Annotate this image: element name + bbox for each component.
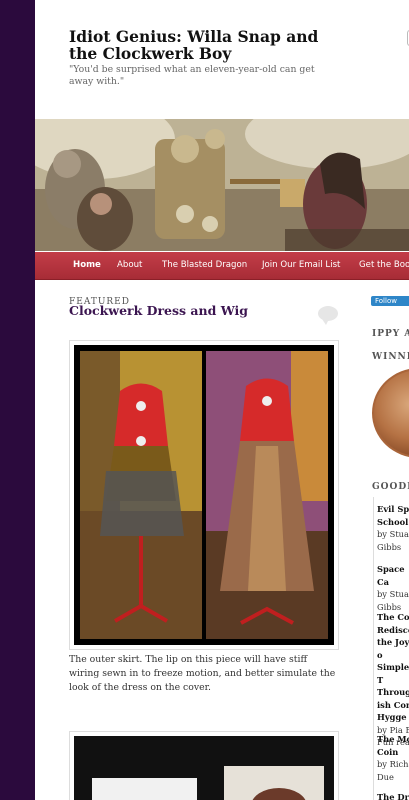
- book-author-cont: Gibbs: [377, 541, 402, 552]
- book-title-line: Through: [377, 687, 409, 697]
- comment-bubble-icon[interactable]: [318, 306, 338, 325]
- site-description: "You'd be surprised what an eleven-year-…: [69, 64, 315, 87]
- nav-item-get-the-book[interactable]: Get the Book: [359, 260, 409, 270]
- site-title[interactable]: Idiot Genius: Willa Snap and the Clockwe…: [69, 28, 319, 62]
- book-title-line: The Coz: [377, 612, 409, 622]
- book-author: by Richa: [377, 759, 409, 769]
- nav-item-email-list[interactable]: Join Our Email List: [262, 260, 340, 270]
- main-navigation: Home About The Blasted Dragon Join Our E…: [35, 252, 409, 280]
- banner-illustration: [35, 119, 409, 251]
- book-title-line: Hygge: [377, 712, 407, 722]
- page-left-background: [0, 0, 35, 800]
- award-seal-image[interactable]: [372, 368, 409, 458]
- award-widget-title: IPPY AW: [372, 329, 409, 339]
- book-title-line: Evil Spy: [377, 504, 409, 514]
- second-image-backdrop: [74, 736, 334, 800]
- post-image[interactable]: [69, 340, 339, 650]
- book-title-line: The Dra: [377, 792, 409, 800]
- blog-page: Idiot Genius: Willa Snap and the Clockwe…: [35, 0, 409, 800]
- book-title-line: School: [377, 516, 409, 527]
- post-title[interactable]: Clockwerk Dress and Wig: [69, 303, 248, 318]
- second-post-image[interactable]: [69, 731, 339, 800]
- book-title-line: Simple T: [377, 662, 409, 685]
- book-entry[interactable]: The Coz Rediscov the Joy o Simple T Thro…: [377, 611, 409, 749]
- dress-photo-right: [206, 351, 328, 639]
- dress-illustration-left: [80, 351, 202, 639]
- follow-button[interactable]: Follow: [371, 296, 409, 306]
- book-author: by Stuart: [377, 529, 409, 539]
- book-entry[interactable]: The Mo Coin by Richa Due: [377, 733, 409, 783]
- winner-widget-title: WINNE: [372, 352, 409, 362]
- book-title-line: the Joy o: [377, 637, 409, 660]
- book-title-line: Coin: [377, 746, 399, 757]
- book-author: by Stuart: [377, 589, 409, 599]
- image-backdrop: [74, 345, 334, 645]
- book-title-line: ish Conc: [377, 699, 409, 710]
- header-banner-image[interactable]: [35, 119, 409, 251]
- goodreads-widget-title: GOODR: [372, 482, 409, 492]
- nav-item-blasted-dragon[interactable]: The Blasted Dragon: [162, 260, 247, 270]
- book-title-line: The Mo: [377, 734, 409, 744]
- nav-item-home[interactable]: Home: [73, 260, 101, 270]
- goodreads-book-list: Evil Spy School by Stuart Gibbs Space Ca…: [373, 497, 409, 800]
- book-title-line: Space Ca: [377, 564, 405, 587]
- book-entry[interactable]: Space Ca by Stuart Gibbs: [377, 563, 409, 613]
- book-author-cont: Due: [377, 771, 394, 782]
- image-caption: The outer skirt. The lip on this piece w…: [69, 654, 336, 693]
- nav-item-about[interactable]: About: [117, 260, 142, 270]
- book-entry[interactable]: Evil Spy School by Stuart Gibbs: [377, 503, 409, 553]
- dress-illustration-right: [206, 351, 328, 639]
- second-image-illustration: [74, 736, 334, 800]
- book-entry[interactable]: The Dra: [377, 791, 409, 800]
- dress-photo-left: [80, 351, 202, 639]
- book-title-line: Rediscov: [377, 624, 409, 635]
